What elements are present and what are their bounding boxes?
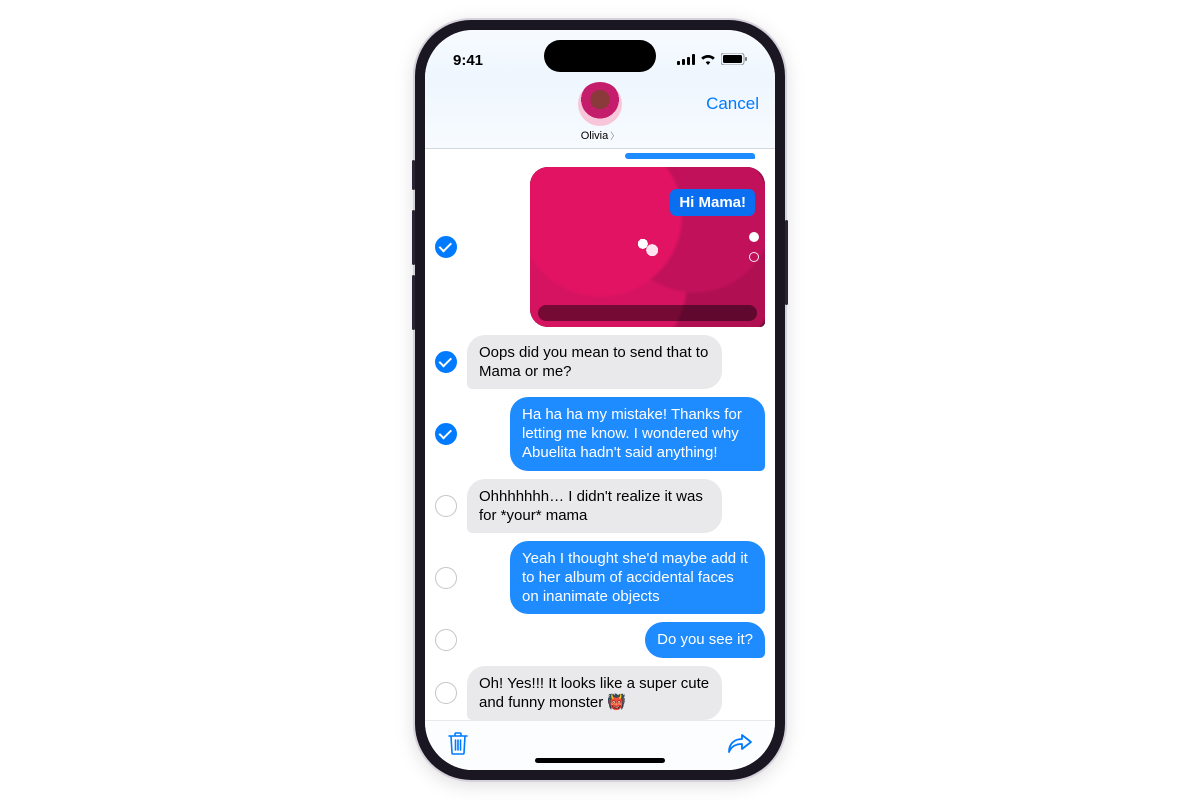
dynamic-island [544,40,656,72]
selection-checkbox[interactable] [435,682,457,704]
message-row: Do you see it? [435,622,765,657]
selection-checkbox[interactable] [435,351,457,373]
cellular-icon [677,52,695,69]
wifi-icon [700,52,716,69]
trash-icon [447,731,469,755]
side-button [412,160,415,190]
contact-name[interactable]: Olivia 〉 [581,129,620,142]
share-arrow-icon [727,732,753,754]
camera-toolbar-icon [538,305,757,321]
message-row: Ohhhhhhh… I didn't realize it was for *y… [435,479,765,533]
selection-checkbox[interactable] [435,423,457,445]
message-bubble-in[interactable]: Oh! Yes!!! It looks like a super cute an… [467,666,722,720]
message-row: Oh! Yes!!! It looks like a super cute an… [435,666,765,720]
selection-checkbox[interactable] [435,236,457,258]
message-thread: Hi Mama! Oops did you mean to send that … [425,149,775,720]
contact-name-label: Olivia [581,130,609,142]
volume-up-button [412,210,415,265]
message-bubble-peek[interactable] [625,153,755,159]
volume-down-button [412,275,415,330]
message-row: Yeah I thought she'd maybe add it to her… [435,541,765,615]
home-indicator[interactable] [535,758,665,763]
cancel-button[interactable]: Cancel [706,94,759,114]
chevron-right-icon: 〉 [610,129,619,142]
selection-checkbox[interactable] [435,567,457,589]
message-row: Ha ha ha my mistake! Thanks for letting … [435,397,765,471]
message-bubble-out[interactable]: Yeah I thought she'd maybe add it to her… [510,541,765,615]
iphone-frame: 9:41 Olivia 〉 Cancel [415,20,785,780]
screen: 9:41 Olivia 〉 Cancel [425,30,775,770]
photo-caption-sticker: Hi Mama! [670,189,755,216]
photo-content: Hi Mama! [530,167,765,327]
message-bubble-in[interactable]: Ohhhhhhh… I didn't realize it was for *y… [467,479,722,533]
status-time: 9:41 [453,52,483,69]
contact-avatar[interactable] [578,82,622,126]
message-row: Hi Mama! [435,167,765,327]
conversation-header: Olivia 〉 Cancel [425,78,775,149]
battery-icon [721,52,747,69]
message-bubble-out[interactable]: Do you see it? [645,622,765,657]
message-row: Oops did you mean to send that to Mama o… [435,335,765,389]
camera-controls-icon [749,232,759,262]
status-indicators [677,52,747,69]
selection-checkbox[interactable] [435,629,457,651]
message-bubble-in[interactable]: Oops did you mean to send that to Mama o… [467,335,722,389]
power-button [785,220,788,305]
message-bubble-out[interactable]: Ha ha ha my mistake! Thanks for letting … [510,397,765,471]
selection-checkbox[interactable] [435,495,457,517]
delete-button[interactable] [447,731,469,760]
forward-button[interactable] [727,732,753,759]
photo-message[interactable]: Hi Mama! [530,167,765,327]
